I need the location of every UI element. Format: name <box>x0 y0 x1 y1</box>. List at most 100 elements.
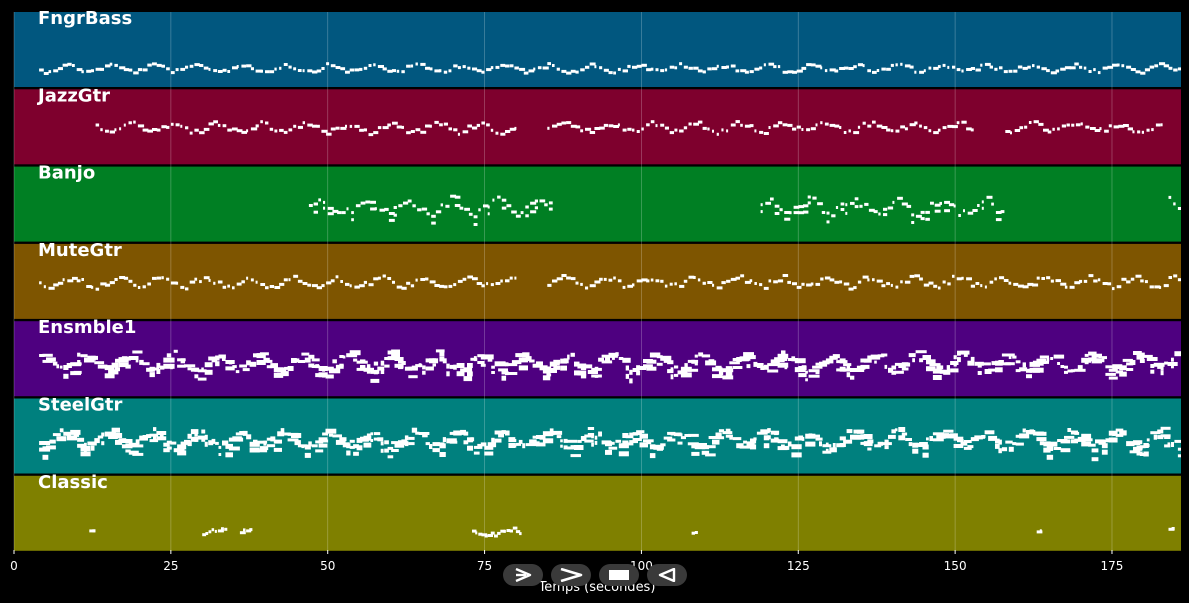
note <box>839 126 842 129</box>
note <box>422 370 426 375</box>
note <box>1168 195 1172 199</box>
note <box>1101 356 1107 360</box>
note <box>84 442 87 447</box>
note <box>980 284 983 288</box>
note <box>81 70 84 74</box>
note <box>1163 64 1170 68</box>
note <box>735 276 740 280</box>
note <box>702 70 706 74</box>
note <box>213 281 216 285</box>
note <box>580 68 585 72</box>
note <box>327 206 334 210</box>
note <box>439 452 446 457</box>
note <box>707 67 712 71</box>
note <box>463 376 473 382</box>
note <box>1060 282 1067 286</box>
note <box>166 353 172 358</box>
note <box>297 360 306 363</box>
note <box>1141 130 1144 134</box>
note <box>312 124 317 128</box>
note <box>439 123 443 127</box>
note <box>1061 124 1066 128</box>
note <box>784 217 791 221</box>
note <box>721 128 724 132</box>
note <box>1151 128 1154 132</box>
note <box>194 367 199 372</box>
note <box>349 439 355 443</box>
forward-button[interactable] <box>551 564 591 586</box>
note <box>845 211 848 215</box>
note <box>194 374 199 379</box>
note <box>636 130 640 133</box>
note <box>514 66 519 70</box>
note <box>1012 442 1017 446</box>
note <box>370 432 374 436</box>
note <box>249 361 257 367</box>
play-button[interactable] <box>503 564 543 586</box>
note <box>843 131 847 134</box>
note <box>729 434 733 440</box>
note <box>392 121 398 125</box>
note <box>670 374 674 380</box>
note <box>1129 360 1136 365</box>
note <box>239 431 244 435</box>
note <box>194 128 199 132</box>
note <box>374 207 377 211</box>
note <box>585 286 589 290</box>
note <box>759 130 764 134</box>
note <box>472 67 478 71</box>
note <box>473 223 478 226</box>
note <box>669 131 674 135</box>
note <box>846 372 851 378</box>
note <box>204 362 213 368</box>
note <box>746 356 751 361</box>
note <box>956 277 962 281</box>
note <box>221 527 224 531</box>
note <box>392 280 395 284</box>
track-lane-classic <box>14 475 1181 551</box>
note <box>473 356 477 362</box>
note <box>655 68 659 72</box>
note <box>749 279 753 283</box>
note <box>1133 440 1143 445</box>
note <box>170 71 175 75</box>
note <box>674 433 678 437</box>
note <box>803 210 809 214</box>
note <box>236 282 242 286</box>
note <box>366 369 371 374</box>
note <box>453 283 457 287</box>
note <box>857 125 861 129</box>
note <box>404 435 409 441</box>
note <box>947 282 951 286</box>
note <box>302 69 305 73</box>
rewind-button[interactable] <box>647 564 687 586</box>
note <box>398 204 403 208</box>
note <box>953 204 956 208</box>
note <box>1132 130 1135 134</box>
note <box>599 66 603 70</box>
note <box>239 437 244 442</box>
note <box>923 126 928 130</box>
note <box>509 276 513 280</box>
note <box>646 441 652 445</box>
note <box>952 65 956 69</box>
note <box>197 377 207 381</box>
note <box>408 442 415 446</box>
note <box>520 211 524 215</box>
note <box>213 69 218 73</box>
note <box>977 363 982 368</box>
note <box>227 70 231 73</box>
note <box>228 446 240 451</box>
note <box>1084 438 1093 442</box>
note <box>373 370 379 375</box>
note <box>307 123 313 127</box>
note <box>679 62 683 66</box>
note <box>897 196 903 200</box>
note <box>180 285 185 289</box>
note <box>787 280 791 284</box>
note <box>132 444 144 448</box>
track-lane-banjo <box>14 166 1181 242</box>
note <box>132 452 144 456</box>
stop-button[interactable] <box>599 564 639 586</box>
note <box>149 372 155 378</box>
